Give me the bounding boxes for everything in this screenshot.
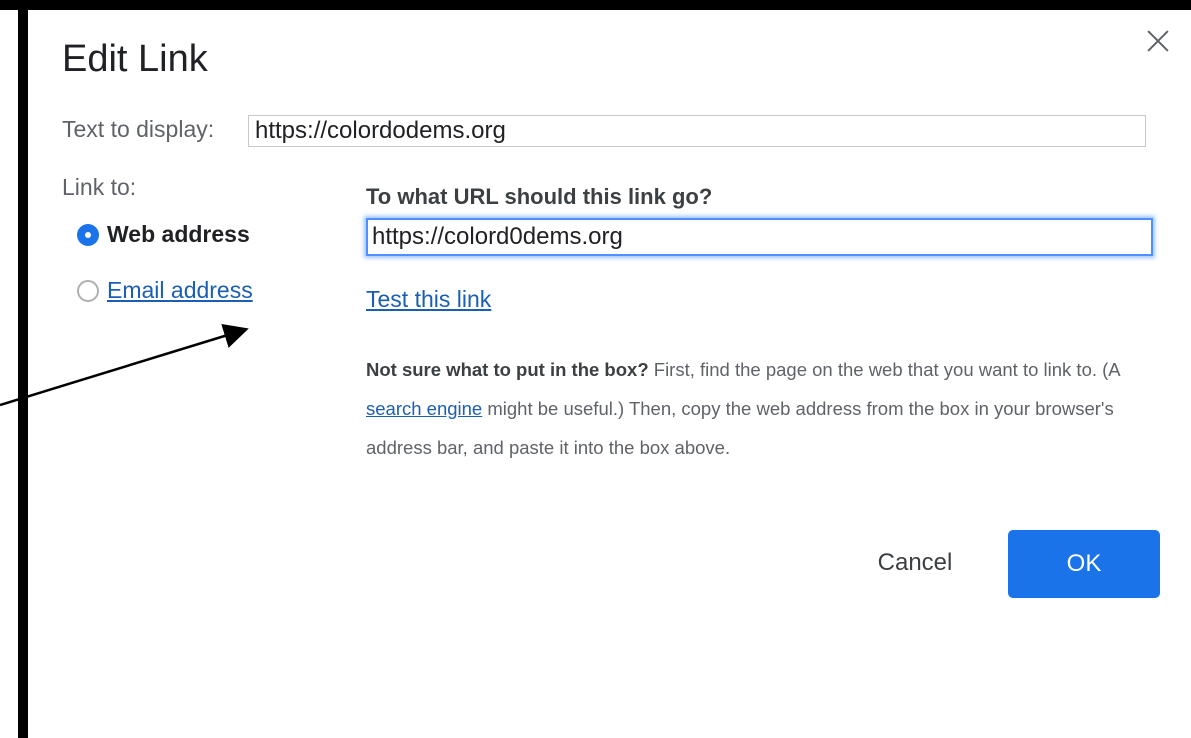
test-link[interactable]: Test this link bbox=[366, 286, 491, 313]
help-text-part1: First, find the page on the web that you… bbox=[648, 359, 1120, 380]
web-address-option[interactable]: Web address bbox=[77, 221, 250, 248]
radio-unchecked-icon[interactable] bbox=[77, 279, 99, 302]
email-address-link[interactable]: Email address bbox=[107, 277, 253, 304]
dialog-title: Edit Link bbox=[62, 38, 208, 80]
radio-checked-icon[interactable] bbox=[77, 223, 99, 246]
screenshot-frame-left bbox=[18, 0, 28, 738]
cancel-button[interactable]: Cancel bbox=[858, 540, 972, 586]
screenshot-frame-top bbox=[0, 0, 1191, 10]
close-icon[interactable] bbox=[1141, 24, 1175, 58]
help-bold-text: Not sure what to put in the box? bbox=[366, 359, 649, 380]
text-to-display-input[interactable] bbox=[248, 115, 1146, 147]
email-address-option[interactable]: Email address bbox=[77, 277, 253, 304]
text-to-display-label: Text to display: bbox=[62, 116, 215, 142]
url-question: To what URL should this link go? bbox=[366, 184, 713, 209]
url-input[interactable] bbox=[366, 218, 1153, 256]
edit-link-dialog: Edit Link Text to display: Link to: Web … bbox=[28, 10, 1191, 738]
search-engine-link[interactable]: search engine bbox=[366, 398, 482, 419]
web-address-label[interactable]: Web address bbox=[107, 221, 250, 248]
link-to-label: Link to: bbox=[62, 174, 137, 200]
ok-button[interactable]: OK bbox=[1008, 530, 1160, 598]
help-text: Not sure what to put in the box? First, … bbox=[366, 350, 1156, 467]
